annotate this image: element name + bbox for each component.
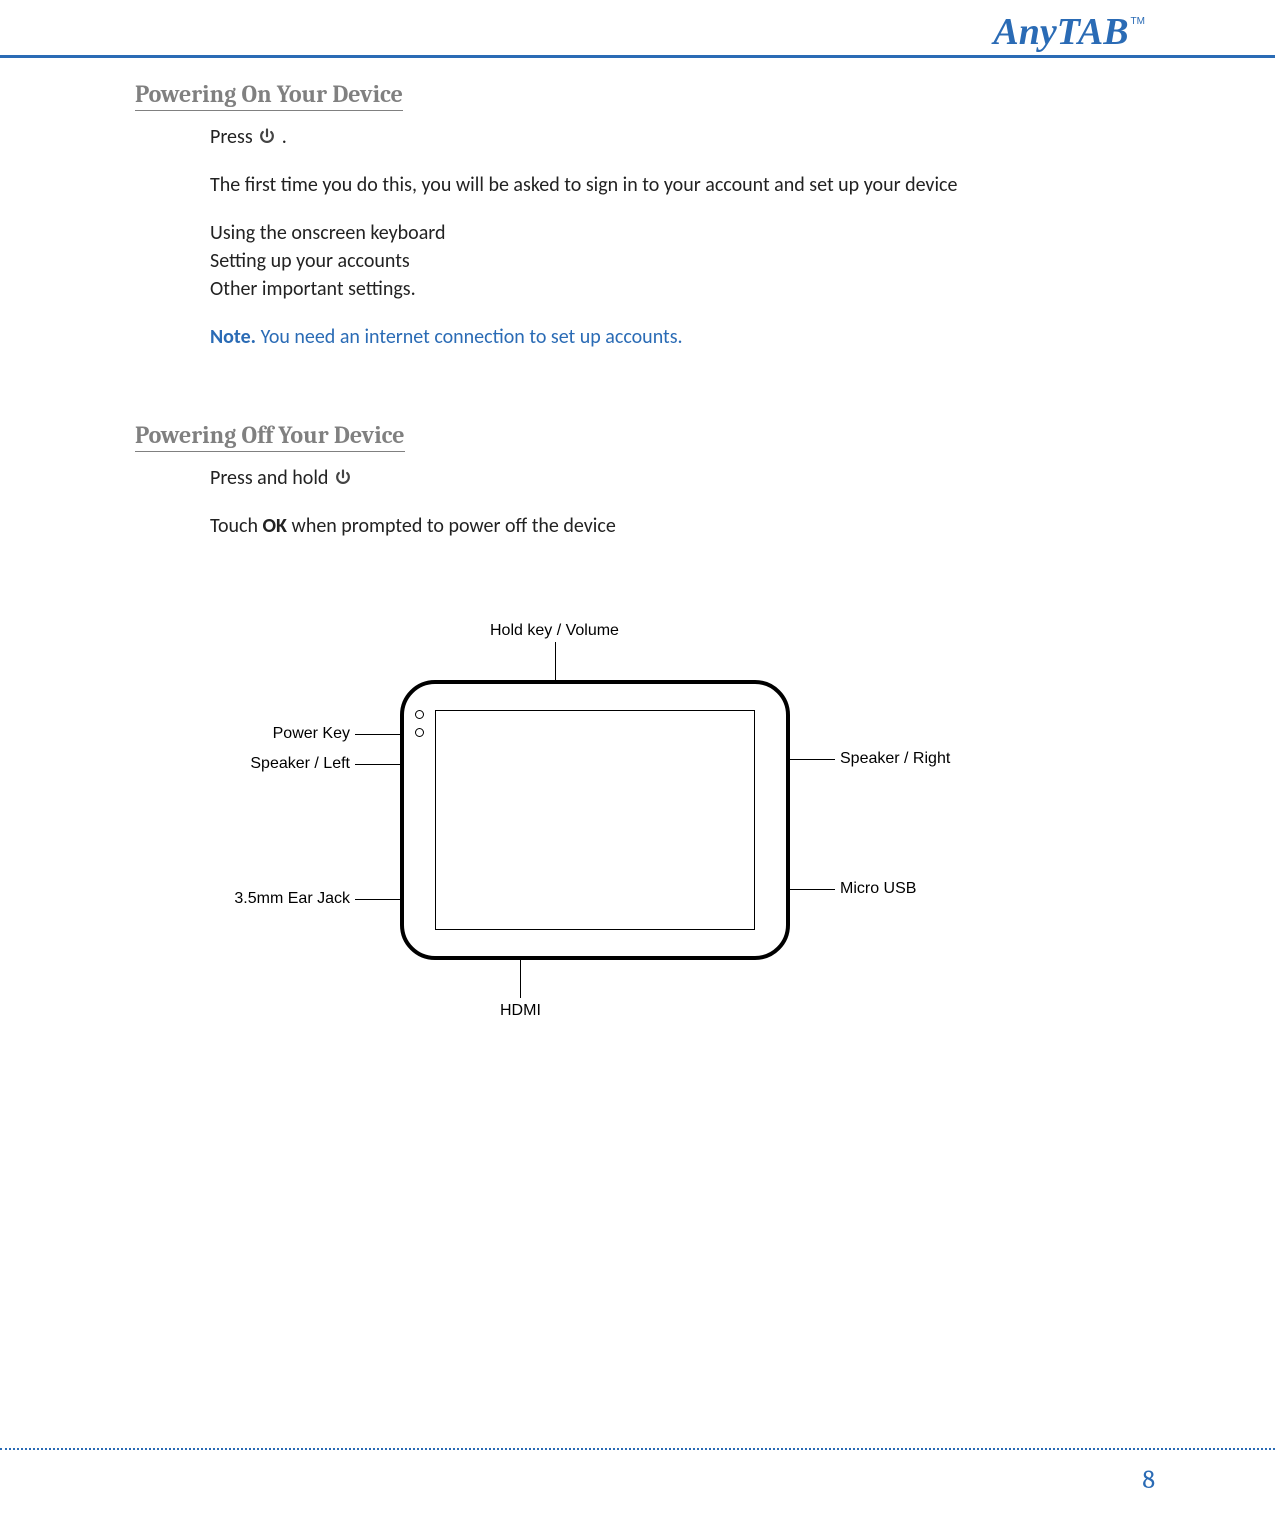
lead-micro-usb <box>790 889 835 890</box>
label-ear-jack: 3.5mm Ear Jack <box>210 890 350 908</box>
touch-ok-bold: OK <box>263 514 287 538</box>
camera-dot-2 <box>415 728 424 737</box>
label-hold-volume: Hold key / Volume <box>490 622 619 640</box>
power-icon <box>257 127 277 147</box>
lead-power-key <box>355 734 400 735</box>
setup-item-keyboard: Using the onscreen keyboard <box>210 219 1090 247</box>
brand-logo: AnyTAB TM <box>993 10 1145 54</box>
label-hdmi: HDMI <box>500 1002 541 1020</box>
lead-top <box>555 642 556 680</box>
press-hold-line: Press and hold <box>210 464 1090 492</box>
touch-ok-post: when prompted to power off the device <box>292 514 616 538</box>
lead-ear-jack <box>355 899 400 900</box>
first-time-text: The first time you do this, you will be … <box>210 171 1090 199</box>
power-icon <box>333 468 353 488</box>
touch-ok-line: Touch OK when prompted to power off the … <box>210 512 1090 540</box>
lead-bottom <box>520 960 521 998</box>
brand-name: AnyTAB <box>993 10 1128 54</box>
lead-speaker-left <box>355 764 400 765</box>
setup-item-other: Other important settings. <box>210 275 1090 303</box>
note-label: Note. <box>210 325 256 349</box>
device-diagram: Hold key / Volume Power Key Speaker / Le… <box>230 610 950 1090</box>
page-number: 8 <box>1142 1465 1155 1495</box>
press-text-pre: Press <box>210 125 257 149</box>
label-micro-usb: Micro USB <box>840 880 916 898</box>
camera-dot-1 <box>415 710 424 719</box>
lead-speaker-right <box>790 759 835 760</box>
label-power-key: Power Key <box>250 725 350 743</box>
label-speaker-left: Speaker / Left <box>230 755 350 773</box>
note-text: You need an internet connection to set u… <box>261 325 683 349</box>
note-line: Note. You need an internet connection to… <box>210 323 1090 351</box>
footer-rule <box>0 1448 1275 1450</box>
body-powering-on: Press . The first time you do this, you … <box>210 123 1090 351</box>
press-line: Press . <box>210 123 1090 151</box>
section-powering-on: Powering On Your Device Press . The firs… <box>135 80 1135 351</box>
header-rule <box>0 55 1275 58</box>
press-text-post: . <box>282 125 287 149</box>
page-root: AnyTAB TM Powering On Your Device Press … <box>0 0 1275 1515</box>
body-powering-off: Press and hold Touch OK when prompted to… <box>210 464 1090 540</box>
label-speaker-right: Speaker / Right <box>840 750 950 768</box>
heading-powering-off: Powering Off Your Device <box>135 421 405 452</box>
device-screen <box>435 710 755 930</box>
setup-item-accounts: Setting up your accounts <box>210 247 1090 275</box>
touch-ok-pre: Touch <box>210 514 263 538</box>
content-area: Powering On Your Device Press . The firs… <box>135 80 1135 560</box>
section-powering-off: Powering Off Your Device Press and hold … <box>135 421 1135 540</box>
press-hold-text: Press and hold <box>210 466 333 490</box>
brand-tm: TM <box>1131 16 1145 27</box>
heading-powering-on: Powering On Your Device <box>135 80 403 111</box>
